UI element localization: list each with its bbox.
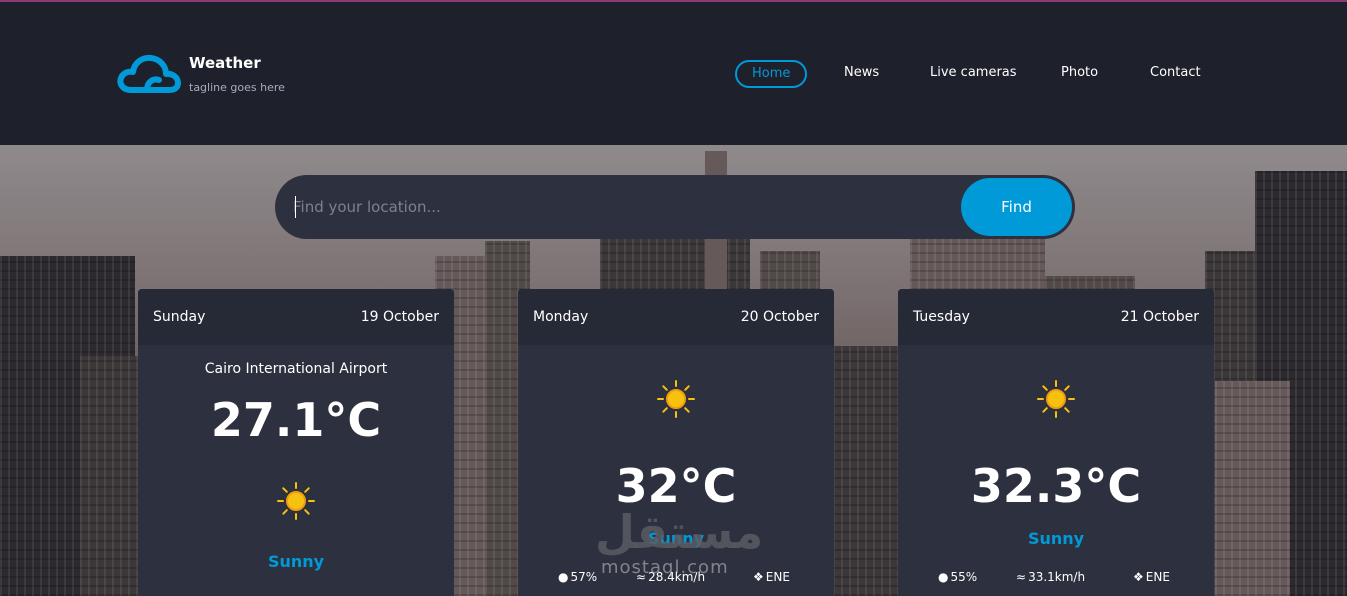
sun-icon <box>1037 380 1075 418</box>
watermark-latin: mostaql.com <box>601 557 729 578</box>
search-input[interactable] <box>293 187 953 227</box>
card-header: Tuesday 21 October <box>898 289 1214 345</box>
logo[interactable]: Weather tagline goes here <box>117 52 317 97</box>
nav-contact[interactable]: Contact <box>1150 60 1201 88</box>
text-caret <box>295 196 296 218</box>
droplet-icon: ● <box>938 570 949 584</box>
nav-live-cameras[interactable]: Live cameras <box>930 60 1017 88</box>
card-day: Monday <box>533 309 589 325</box>
site-header: Weather tagline goes here Home News Live… <box>0 2 1347 145</box>
wind-direction-value: ENE <box>765 570 790 584</box>
brand-tagline: tagline goes here <box>189 81 285 94</box>
location-name: Cairo International Airport <box>204 361 388 377</box>
card-day: Tuesday <box>913 309 970 325</box>
brand-name: Weather <box>189 54 261 72</box>
wind-icon: ≈ <box>1016 570 1027 584</box>
temperature: 32.3°C <box>970 459 1142 513</box>
condition-text: Sunny <box>1027 529 1085 548</box>
wind-speed-value: 33.1km/h <box>1028 570 1086 584</box>
humidity-stat: ● 57% <box>558 570 597 584</box>
cloud-icon <box>117 54 181 93</box>
temperature: 27.1°C <box>210 393 382 447</box>
forecast-card-day-3: Tuesday 21 October 32.3°C Sunny ● 55% ≈33… <box>898 289 1214 596</box>
card-date: 19 October <box>360 309 439 325</box>
card-header: Monday 20 October <box>518 289 834 345</box>
sun-icon <box>277 482 315 520</box>
main-nav: Home News Live cameras Photo Contact <box>735 60 1215 90</box>
wind-direction-stat: ❖ ENE <box>1133 570 1170 584</box>
watermark-arabic: مستقل <box>595 505 764 559</box>
forecast-card-today: Sunday 19 October Cairo International Ai… <box>138 289 454 596</box>
nav-photo[interactable]: Photo <box>1061 60 1098 88</box>
watermark: مستقل mostaql.com <box>593 505 763 580</box>
sun-icon <box>657 380 695 418</box>
find-button[interactable]: Find <box>961 178 1072 236</box>
humidity-stat: ● 55% <box>938 570 977 584</box>
location-search: Find <box>275 175 1075 239</box>
droplet-icon: ● <box>558 570 569 584</box>
wind-speed-stat: ≈33.1km/h <box>1016 570 1085 584</box>
compass-icon: ❖ <box>1133 570 1144 584</box>
weather-page: Weather tagline goes here Home News Live… <box>0 0 1347 596</box>
card-header: Sunday 19 October <box>138 289 454 345</box>
wind-direction-value: ENE <box>1145 570 1170 584</box>
card-date: 20 October <box>740 309 819 325</box>
humidity-value: 55% <box>950 570 978 584</box>
nav-home[interactable]: Home <box>735 60 808 88</box>
condition-text: Sunny <box>267 552 325 571</box>
card-date: 21 October <box>1120 309 1199 325</box>
card-day: Sunday <box>153 309 206 325</box>
nav-news[interactable]: News <box>844 60 879 88</box>
